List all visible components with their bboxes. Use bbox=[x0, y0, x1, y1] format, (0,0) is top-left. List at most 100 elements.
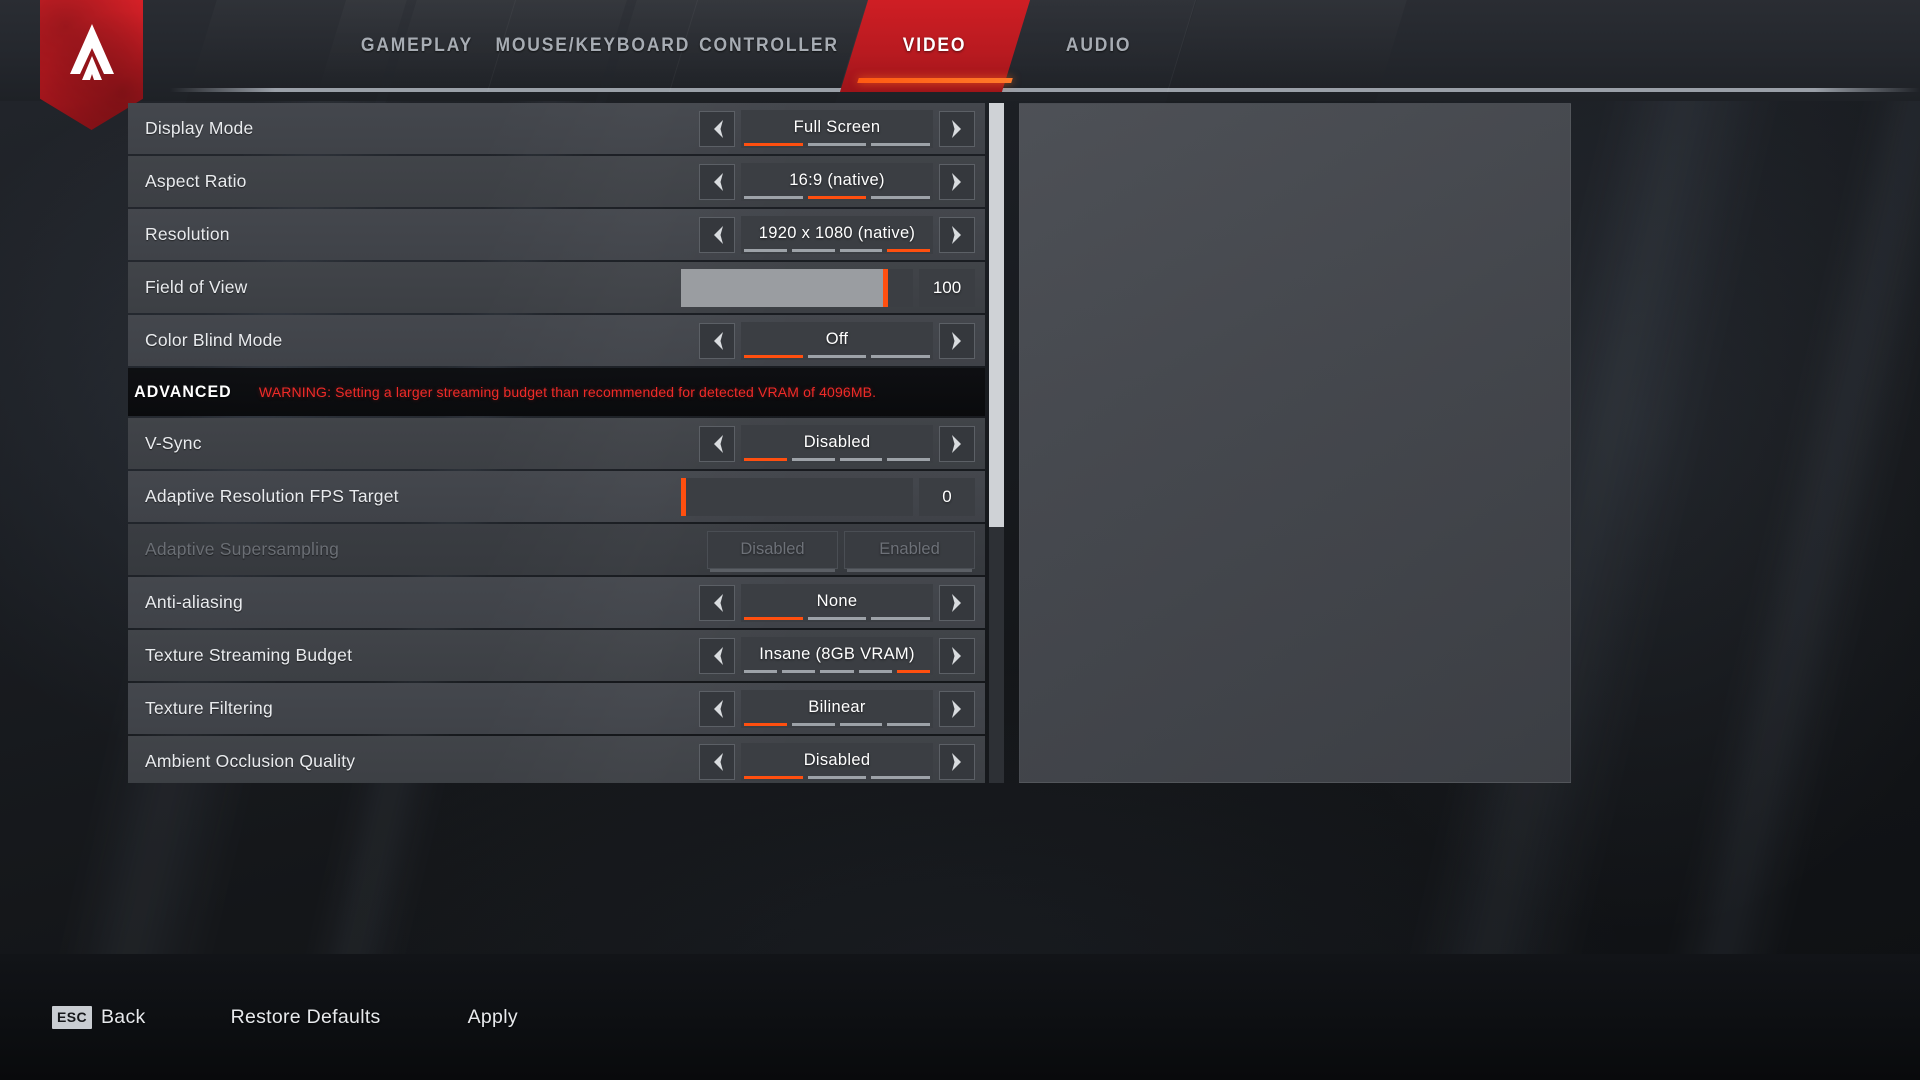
setting-row-adaptive-supersampling[interactable]: Adaptive Supersampling Disabled Enabled bbox=[128, 524, 985, 575]
setting-row-adaptive-resolution-fps-target[interactable]: Adaptive Resolution FPS Target 0 bbox=[128, 471, 985, 522]
scrollbar-thumb[interactable] bbox=[989, 103, 1004, 527]
chevron-right-icon bbox=[951, 699, 961, 718]
setting-row-ambient-occlusion-quality[interactable]: Ambient Occlusion Quality Disabled bbox=[128, 736, 985, 783]
setting-control-resolution: 1920 x 1080 (native) bbox=[699, 209, 975, 260]
tab-controller-label: CONTROLLER bbox=[699, 35, 839, 56]
setting-label-adaptive-resolution-fps-target: Adaptive Resolution FPS Target bbox=[145, 486, 399, 506]
setting-row-display-mode[interactable]: Display Mode Full Screen bbox=[128, 103, 985, 154]
prev-value-button-ambient-occlusion-quality[interactable] bbox=[699, 743, 735, 780]
setting-control-v-sync: Disabled bbox=[699, 418, 975, 469]
prev-value-button-color-blind-mode[interactable] bbox=[699, 322, 735, 359]
chevron-right-icon bbox=[951, 225, 961, 244]
slider-adaptive-resolution-fps-target[interactable] bbox=[681, 477, 913, 516]
chevron-left-icon bbox=[713, 331, 723, 350]
tab-mouse-keyboard[interactable]: MOUSE/KEYBOARD bbox=[487, 0, 699, 92]
setting-row-color-blind-mode[interactable]: Color Blind Mode Off bbox=[128, 315, 985, 366]
setting-control-adaptive-supersampling: Disabled Enabled bbox=[701, 524, 975, 575]
setting-label-display-mode: Display Mode bbox=[145, 118, 254, 138]
tab-video[interactable]: VIDEO bbox=[839, 0, 1031, 92]
chevron-left-icon bbox=[713, 225, 723, 244]
header-bar: GAMEPLAY MOUSE/KEYBOARD CONTROLLER VIDEO… bbox=[0, 0, 1920, 140]
apex-logo-mark bbox=[69, 24, 114, 80]
segment-indicator bbox=[744, 669, 931, 673]
esc-key-badge: ESC bbox=[52, 1005, 92, 1029]
next-value-button-anti-aliasing[interactable] bbox=[939, 584, 975, 621]
value-box-anti-aliasing: None bbox=[741, 583, 933, 622]
setting-control-field-of-view: 100 bbox=[681, 262, 975, 313]
slider-handle[interactable] bbox=[883, 268, 889, 307]
value-box-ambient-occlusion-quality: Disabled bbox=[741, 742, 933, 781]
next-value-button-ambient-occlusion-quality[interactable] bbox=[939, 743, 975, 780]
value-text-anti-aliasing: None bbox=[816, 591, 858, 610]
setting-control-texture-filtering: Bilinear bbox=[699, 683, 975, 734]
setting-row-v-sync[interactable]: V-Sync Disabled bbox=[128, 418, 985, 469]
value-box-color-blind-mode: Off bbox=[741, 321, 933, 360]
chevron-left-icon bbox=[713, 699, 723, 718]
setting-control-ambient-occlusion-quality: Disabled bbox=[699, 736, 975, 783]
toggle-option-enabled-adaptive-supersampling: Enabled bbox=[844, 530, 975, 572]
chevron-right-icon bbox=[951, 172, 961, 191]
apply-button[interactable]: Apply bbox=[468, 1006, 518, 1029]
setting-label-anti-aliasing: Anti-aliasing bbox=[145, 592, 243, 612]
next-value-button-texture-filtering[interactable] bbox=[939, 690, 975, 727]
setting-label-texture-streaming-budget: Texture Streaming Budget bbox=[145, 645, 353, 665]
value-box-resolution: 1920 x 1080 (native) bbox=[741, 215, 933, 254]
setting-control-anti-aliasing: None bbox=[699, 577, 975, 628]
value-box-display-mode: Full Screen bbox=[741, 109, 933, 148]
prev-value-button-anti-aliasing[interactable] bbox=[699, 584, 735, 621]
back-button-label: Back bbox=[101, 1005, 146, 1028]
chevron-left-icon bbox=[713, 593, 723, 612]
chevron-left-icon bbox=[713, 119, 723, 138]
segment-indicator bbox=[744, 248, 930, 252]
settings-list: Display Mode Full Screen Aspect Ratio 16:9 … bbox=[128, 103, 985, 783]
setting-label-aspect-ratio: Aspect Ratio bbox=[145, 171, 247, 191]
next-value-button-aspect-ratio[interactable] bbox=[939, 163, 975, 200]
prev-value-button-v-sync[interactable] bbox=[699, 425, 735, 462]
back-button[interactable]: ESC Back bbox=[52, 1005, 146, 1029]
setting-label-adaptive-supersampling: Adaptive Supersampling bbox=[145, 539, 340, 559]
setting-label-texture-filtering: Texture Filtering bbox=[145, 698, 273, 718]
value-text-texture-filtering: Bilinear bbox=[808, 697, 866, 716]
prev-value-button-resolution[interactable] bbox=[699, 216, 735, 253]
chevron-right-icon bbox=[951, 434, 961, 453]
segment-indicator bbox=[744, 142, 931, 146]
apex-settings-screen: GAMEPLAY MOUSE/KEYBOARD CONTROLLER VIDEO… bbox=[0, 0, 1920, 1080]
setting-row-anti-aliasing[interactable]: Anti-aliasing None bbox=[128, 577, 985, 628]
setting-row-resolution[interactable]: Resolution 1920 x 1080 (native) bbox=[128, 209, 985, 260]
next-value-button-color-blind-mode[interactable] bbox=[939, 322, 975, 359]
setting-row-texture-filtering[interactable]: Texture Filtering Bilinear bbox=[128, 683, 985, 734]
chevron-left-icon bbox=[713, 434, 723, 453]
next-value-button-texture-streaming-budget[interactable] bbox=[939, 637, 975, 674]
restore-defaults-button[interactable]: Restore Defaults bbox=[231, 1006, 381, 1029]
setting-row-field-of-view[interactable]: Field of View 100 bbox=[128, 262, 985, 313]
settings-scrollbar[interactable] bbox=[989, 103, 1004, 783]
setting-control-texture-streaming-budget: Insane (8GB VRAM) bbox=[699, 630, 975, 681]
setting-row-texture-streaming-budget[interactable]: Texture Streaming Budget Insane (8GB VRAM… bbox=[128, 630, 985, 681]
setting-control-adaptive-resolution-fps-target: 0 bbox=[681, 471, 975, 522]
slider-value-adaptive-resolution-fps-target: 0 bbox=[919, 477, 975, 516]
next-value-button-v-sync[interactable] bbox=[939, 425, 975, 462]
chevron-left-icon bbox=[713, 172, 723, 191]
prev-value-button-display-mode[interactable] bbox=[699, 110, 735, 147]
prev-value-button-aspect-ratio[interactable] bbox=[699, 163, 735, 200]
setting-control-color-blind-mode: Off bbox=[699, 315, 975, 366]
slider-handle[interactable] bbox=[681, 477, 686, 516]
slider-field-of-view[interactable] bbox=[681, 268, 913, 307]
setting-control-aspect-ratio: 16:9 (native) bbox=[699, 156, 975, 207]
next-value-button-resolution[interactable] bbox=[939, 216, 975, 253]
value-box-aspect-ratio: 16:9 (native) bbox=[741, 162, 933, 201]
setting-label-v-sync: V-Sync bbox=[145, 433, 202, 453]
tab-audio[interactable]: AUDIO bbox=[1001, 0, 1197, 92]
next-value-button-display-mode[interactable] bbox=[939, 110, 975, 147]
setting-row-aspect-ratio[interactable]: Aspect Ratio 16:9 (native) bbox=[128, 156, 985, 207]
setting-label-color-blind-mode: Color Blind Mode bbox=[145, 330, 283, 350]
toggle-label: Enabled bbox=[879, 540, 940, 558]
prev-value-button-texture-streaming-budget[interactable] bbox=[699, 637, 735, 674]
chevron-right-icon bbox=[951, 646, 961, 665]
prev-value-button-texture-filtering[interactable] bbox=[699, 690, 735, 727]
segment-indicator bbox=[744, 616, 931, 620]
chevron-right-icon bbox=[951, 331, 961, 350]
chevron-left-icon bbox=[713, 646, 723, 665]
tab-gameplay[interactable]: GAMEPLAY bbox=[317, 0, 517, 92]
tab-controller[interactable]: CONTROLLER bbox=[669, 0, 869, 92]
